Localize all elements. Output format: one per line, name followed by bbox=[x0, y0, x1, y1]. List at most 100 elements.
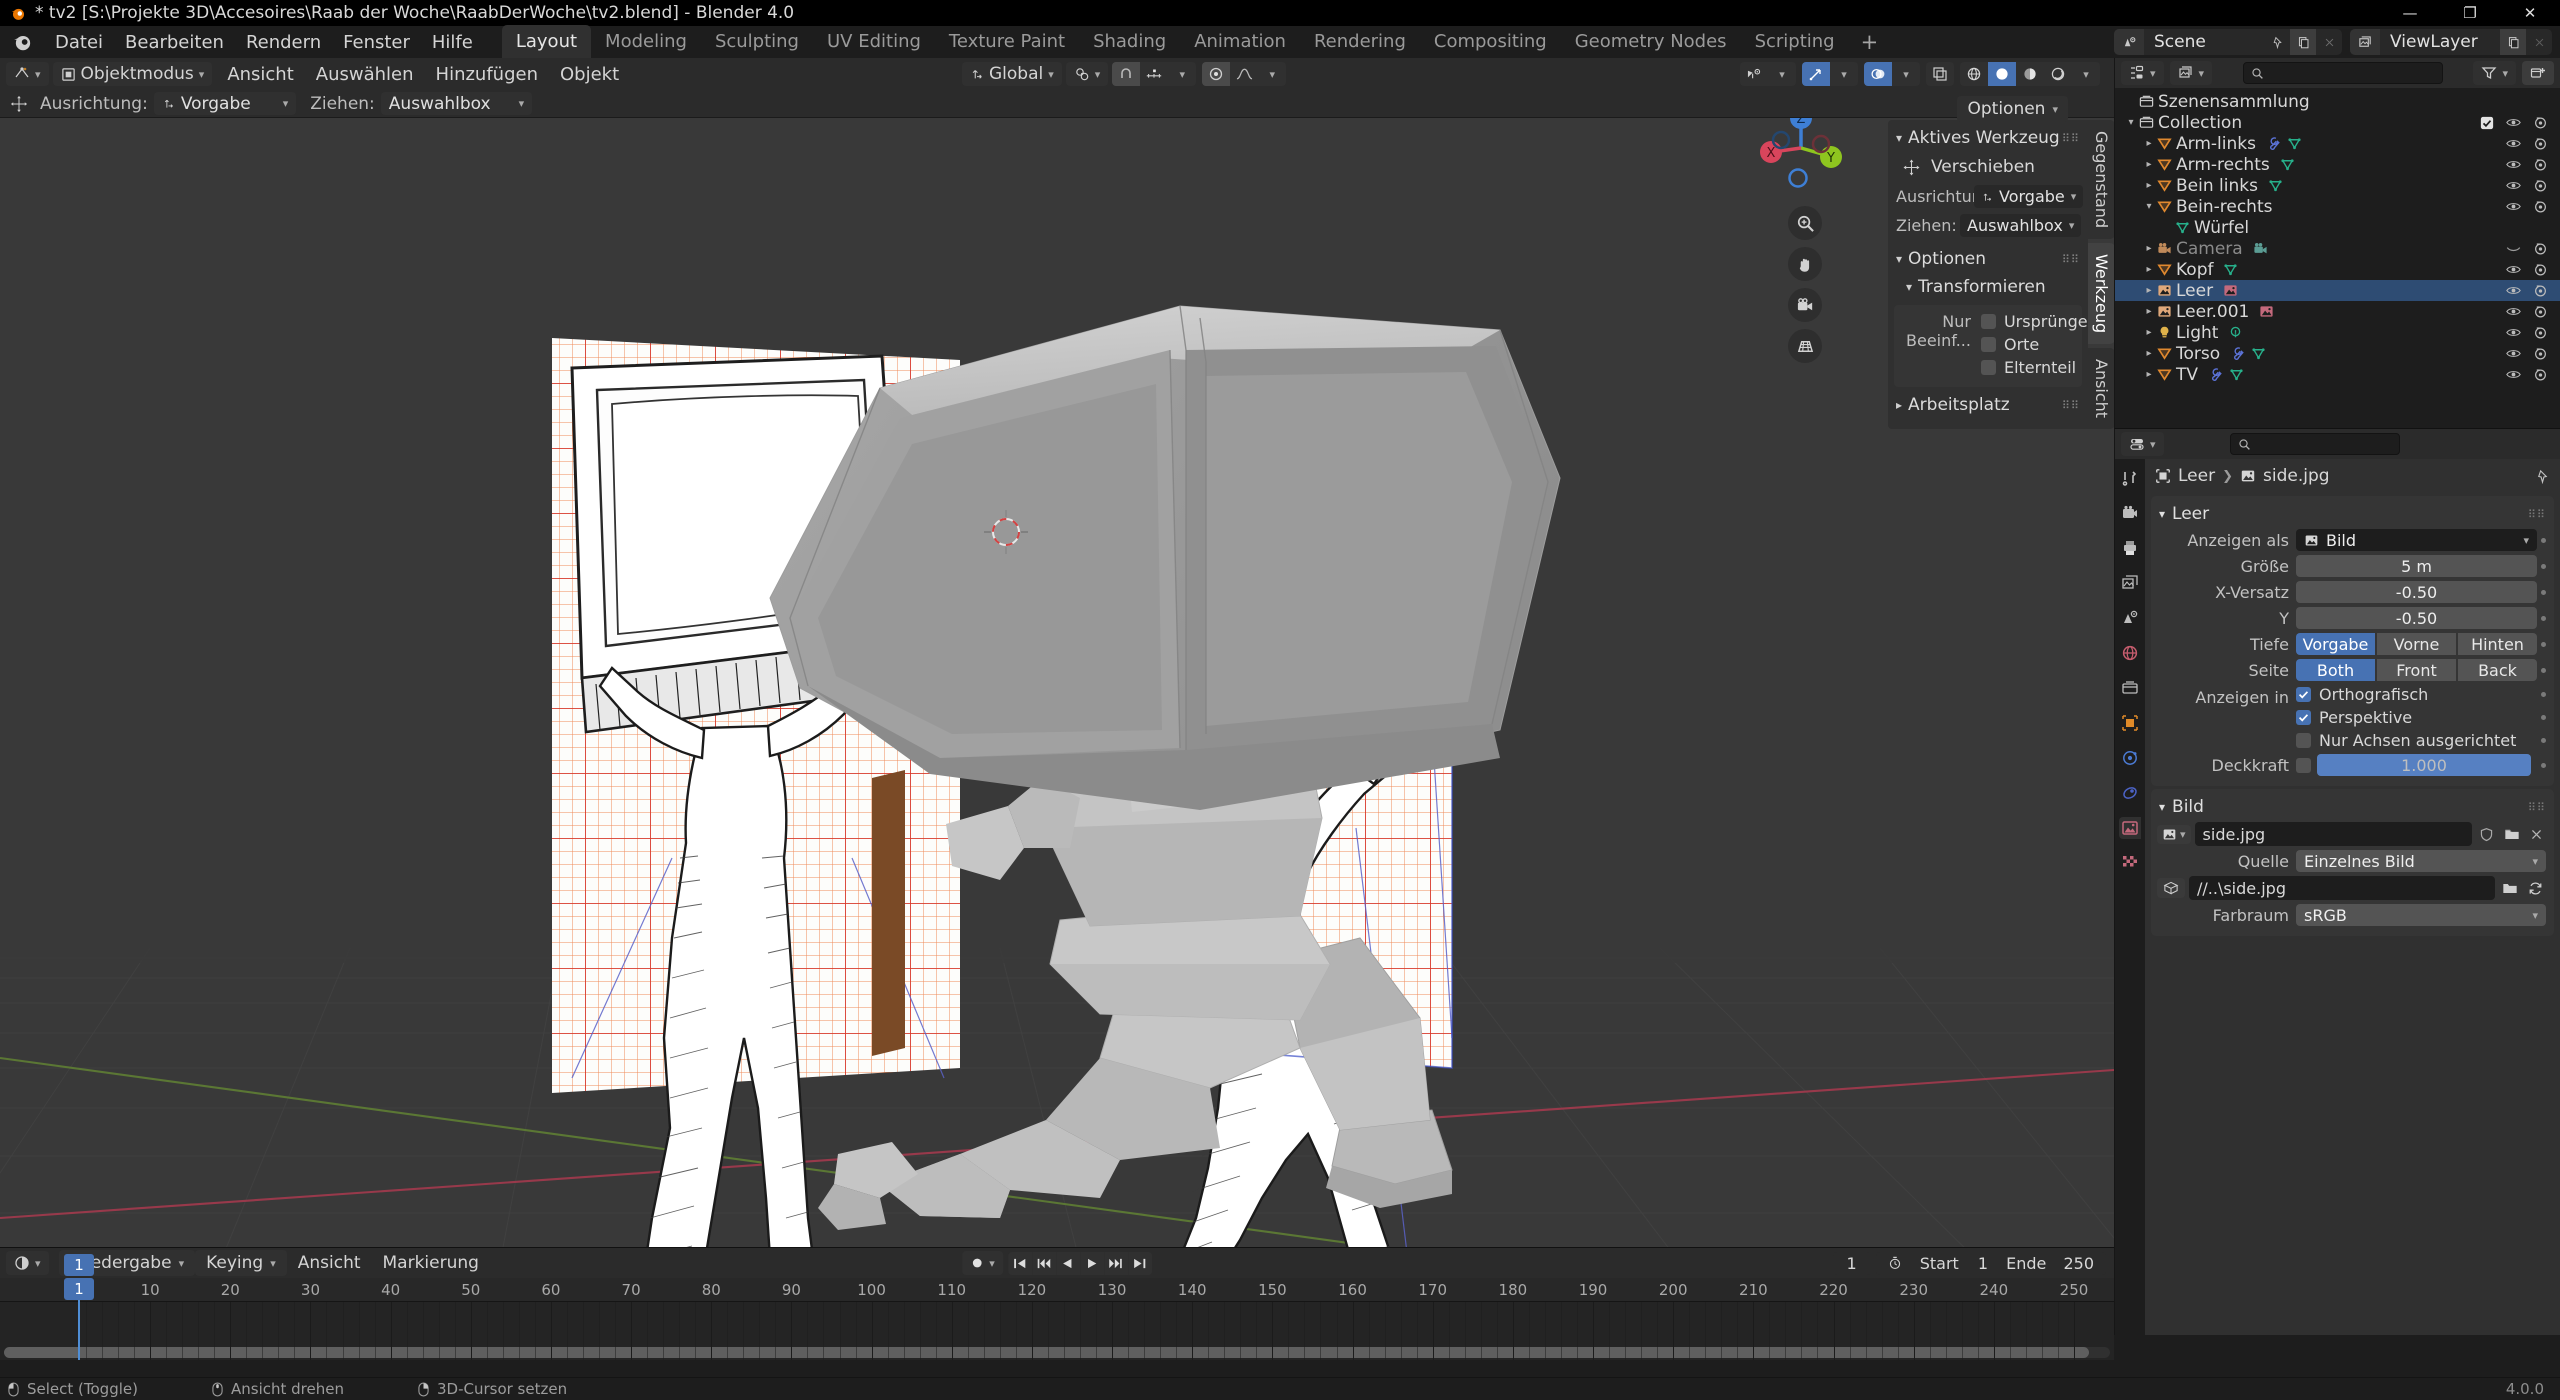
side-option-both[interactable]: Both bbox=[2296, 659, 2375, 681]
n-panel-tab-gegenstand[interactable]: Gegenstand bbox=[2088, 120, 2114, 240]
modifier-icon[interactable] bbox=[2266, 136, 2281, 151]
outliner-item-light[interactable]: ▸ Light bbox=[2115, 322, 2560, 343]
expand-triangle-icon[interactable]: ▸ bbox=[2141, 285, 2157, 296]
play-button[interactable] bbox=[1079, 1251, 1104, 1275]
outliner-item-tv[interactable]: ▸ TV bbox=[2115, 364, 2560, 385]
expand-triangle-icon[interactable]: ▸ bbox=[2141, 180, 2157, 191]
timeline-menu-markierung[interactable]: Markierung bbox=[372, 1250, 490, 1276]
side-option-front[interactable]: Front bbox=[2377, 659, 2456, 681]
outliner-item-bein-links[interactable]: ▸ Bein links bbox=[2115, 175, 2560, 196]
properties-search-input[interactable] bbox=[2229, 433, 2400, 455]
animate-dot[interactable] bbox=[2541, 692, 2546, 697]
animate-dot[interactable] bbox=[2541, 738, 2546, 743]
workspace-tab-scripting[interactable]: Scripting bbox=[1741, 25, 1849, 59]
proportional-edit-icon[interactable] bbox=[1140, 62, 1168, 86]
object-visibility-icon[interactable] bbox=[1740, 62, 1768, 86]
visibility-eye-icon[interactable] bbox=[2506, 200, 2521, 213]
outliner-item-leer-001[interactable]: ▸ Leer.001 bbox=[2115, 301, 2560, 322]
viewlayer-selector[interactable]: ViewLayer bbox=[2350, 29, 2552, 55]
workspace-tab-geometry-nodes[interactable]: Geometry Nodes bbox=[1561, 25, 1741, 59]
outliner-display-mode-button[interactable]: ▾ bbox=[2169, 61, 2213, 85]
timeline-menu-keying[interactable]: Keying ▾ bbox=[195, 1250, 287, 1276]
animate-dot[interactable] bbox=[2541, 762, 2546, 768]
collection-properties-icon[interactable] bbox=[2119, 677, 2141, 699]
open-image-icon[interactable] bbox=[2501, 827, 2523, 842]
render-visibility-icon[interactable] bbox=[2533, 116, 2548, 130]
interaction-mode-selector[interactable]: Objektmodus ▾ bbox=[52, 62, 213, 86]
viewport-menu-objekt[interactable]: Objekt bbox=[549, 61, 630, 88]
remove-viewlayer-button[interactable] bbox=[2526, 29, 2552, 55]
outliner-item-bein-rechts[interactable]: ▾ Bein-rechts bbox=[2115, 196, 2560, 217]
depth-option-vorne[interactable]: Vorne bbox=[2377, 633, 2456, 655]
animate-dot[interactable] bbox=[2541, 537, 2546, 543]
viewlayer-icon[interactable] bbox=[2119, 572, 2141, 594]
workspace-tab-rendering[interactable]: Rendering bbox=[1300, 25, 1420, 59]
top-menu-hilfe[interactable]: Hilfe bbox=[421, 29, 484, 56]
render-visibility-icon[interactable] bbox=[2533, 242, 2548, 256]
zoom-icon[interactable] bbox=[1788, 206, 1822, 240]
top-menu-rendern[interactable]: Rendern bbox=[235, 29, 332, 56]
checkbox[interactable] bbox=[1980, 314, 1996, 329]
mesh-data-icon[interactable] bbox=[2287, 136, 2302, 151]
outliner-editor-type-button[interactable]: ▾ bbox=[2121, 61, 2164, 85]
snap-target-selector[interactable]: ▾ bbox=[1065, 62, 1109, 86]
unlink-scene-button[interactable] bbox=[2316, 29, 2342, 55]
empty-panel-header[interactable]: ▾ Leer ⠿⠿ bbox=[2151, 501, 2554, 527]
current-frame-field[interactable]: 1 bbox=[1832, 1251, 1871, 1275]
animate-dot[interactable] bbox=[2541, 667, 2546, 673]
workspace-tab-modeling[interactable]: Modeling bbox=[591, 25, 701, 59]
render-visibility-icon[interactable] bbox=[2533, 347, 2548, 361]
frame-range-fields[interactable]: Start 1 Ende 250 bbox=[1875, 1251, 2106, 1275]
outliner-filter-button[interactable]: ▾ bbox=[2473, 61, 2516, 85]
image-data-icon[interactable] bbox=[2223, 283, 2238, 298]
render-visibility-icon[interactable] bbox=[2533, 368, 2548, 382]
auto-keying-button[interactable]: ▾ bbox=[962, 1251, 1003, 1275]
new-scene-button[interactable] bbox=[2290, 29, 2316, 55]
next-keyframe-button[interactable] bbox=[1103, 1251, 1128, 1275]
3d-viewport[interactable]: ▾ Objektmodus ▾ Ansicht Auswählen Hinzufüg… bbox=[0, 58, 2114, 1335]
drag-dropdown[interactable]: Auswahlbox ▾ bbox=[380, 92, 533, 115]
object-icon[interactable] bbox=[2119, 712, 2141, 734]
viewport-menu-ansicht[interactable]: Ansicht bbox=[216, 61, 304, 88]
modifier-icon[interactable] bbox=[2208, 367, 2223, 382]
collection-checkbox[interactable] bbox=[2480, 116, 2494, 130]
top-menu-fenster[interactable]: Fenster bbox=[332, 29, 421, 56]
transform-subpanel-header[interactable]: ▾ Transformieren bbox=[1888, 273, 2088, 301]
expand-triangle-icon[interactable]: ▸ bbox=[2141, 138, 2157, 149]
outliner-tree[interactable]: Szenensammlung ▾ Collection ▸ Arm-links ▸ Arm… bbox=[2115, 88, 2560, 428]
timeline-ruler[interactable]: 10 20 30 40 50 60 70 80 90 100 110 120 130 140 150 160 1… bbox=[0, 1254, 2114, 1302]
camera-data-icon[interactable] bbox=[2253, 241, 2268, 256]
tool-icon[interactable] bbox=[2119, 467, 2141, 489]
fake-user-icon[interactable] bbox=[2476, 827, 2497, 842]
outliner-item-kopf[interactable]: ▸ Kopf bbox=[2115, 259, 2560, 280]
timeline-track[interactable]: 1 bbox=[0, 1278, 2114, 1360]
render-visibility-icon[interactable] bbox=[2533, 137, 2548, 151]
hand-icon[interactable] bbox=[1788, 247, 1822, 281]
affect-only-elternteil[interactable]: Elternteil bbox=[1977, 356, 2092, 379]
affect-only-orte[interactable]: Orte bbox=[1977, 333, 2092, 356]
visibility-eye-icon[interactable] bbox=[2506, 242, 2521, 255]
object-data-icon[interactable] bbox=[2119, 817, 2141, 839]
visibility-eye-icon[interactable] bbox=[2506, 263, 2521, 276]
animate-dot[interactable] bbox=[2541, 641, 2546, 647]
show-in-orthografisch[interactable]: Orthografisch bbox=[2296, 685, 2546, 704]
perspective-icon[interactable] bbox=[1788, 329, 1822, 363]
object-constraints-icon[interactable] bbox=[2119, 782, 2141, 804]
workspace-tab-uv-editing[interactable]: UV Editing bbox=[813, 25, 935, 59]
expand-triangle-icon[interactable]: ▸ bbox=[2141, 243, 2157, 254]
expand-triangle-icon[interactable]: ▸ bbox=[2141, 369, 2157, 380]
image-name-field[interactable]: side.jpg bbox=[2194, 822, 2472, 846]
active-tool-row[interactable]: Verschieben bbox=[1888, 152, 2088, 182]
use-preview-range-icon[interactable] bbox=[1888, 1256, 1902, 1270]
transform-orientation-selector[interactable]: Global ▾ bbox=[962, 62, 1062, 86]
material-preview-shading-icon[interactable] bbox=[2016, 62, 2044, 86]
editor-type-button[interactable]: ▾ bbox=[6, 62, 49, 86]
properties-editor-type-button[interactable]: ▾ bbox=[2121, 432, 2164, 456]
expand-triangle-icon[interactable]: ▸ bbox=[2141, 306, 2157, 317]
workspace-tab-sculpting[interactable]: Sculpting bbox=[701, 25, 813, 59]
falloff-curve-icon[interactable] bbox=[1230, 62, 1258, 86]
depth-option-hinten[interactable]: Hinten bbox=[2458, 633, 2537, 655]
light-data-icon[interactable] bbox=[2228, 325, 2243, 340]
timeline-horizontal-scrollbar[interactable] bbox=[4, 1347, 2110, 1358]
expand-triangle-icon[interactable]: ▸ bbox=[2141, 159, 2157, 170]
